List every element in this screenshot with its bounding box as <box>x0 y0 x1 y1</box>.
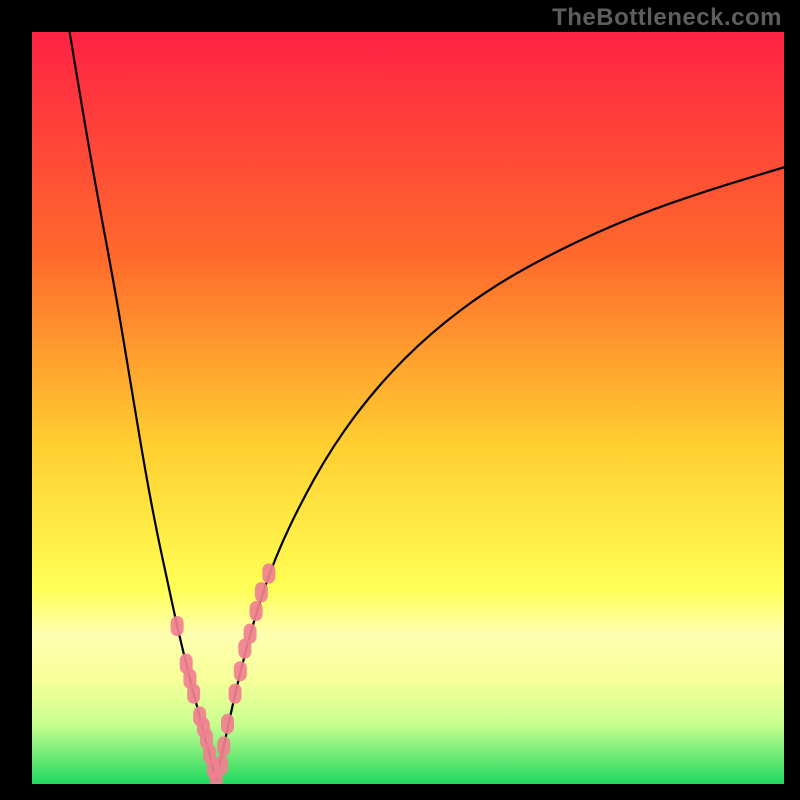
marker-dot <box>262 563 275 583</box>
marker-layer <box>32 32 784 784</box>
marker-dot <box>171 616 184 636</box>
marker-dot <box>217 736 230 756</box>
marker-dot <box>215 755 228 775</box>
marker-dot <box>255 582 268 602</box>
marker-dot <box>250 601 263 621</box>
chart-frame: TheBottleneck.com <box>0 0 800 800</box>
marker-dot <box>244 624 257 644</box>
plot-area <box>32 32 784 784</box>
marker-dot <box>187 684 200 704</box>
watermark-text: TheBottleneck.com <box>552 4 782 32</box>
marker-dot <box>234 661 247 681</box>
marker-dot <box>221 714 234 734</box>
marker-dot <box>229 684 242 704</box>
